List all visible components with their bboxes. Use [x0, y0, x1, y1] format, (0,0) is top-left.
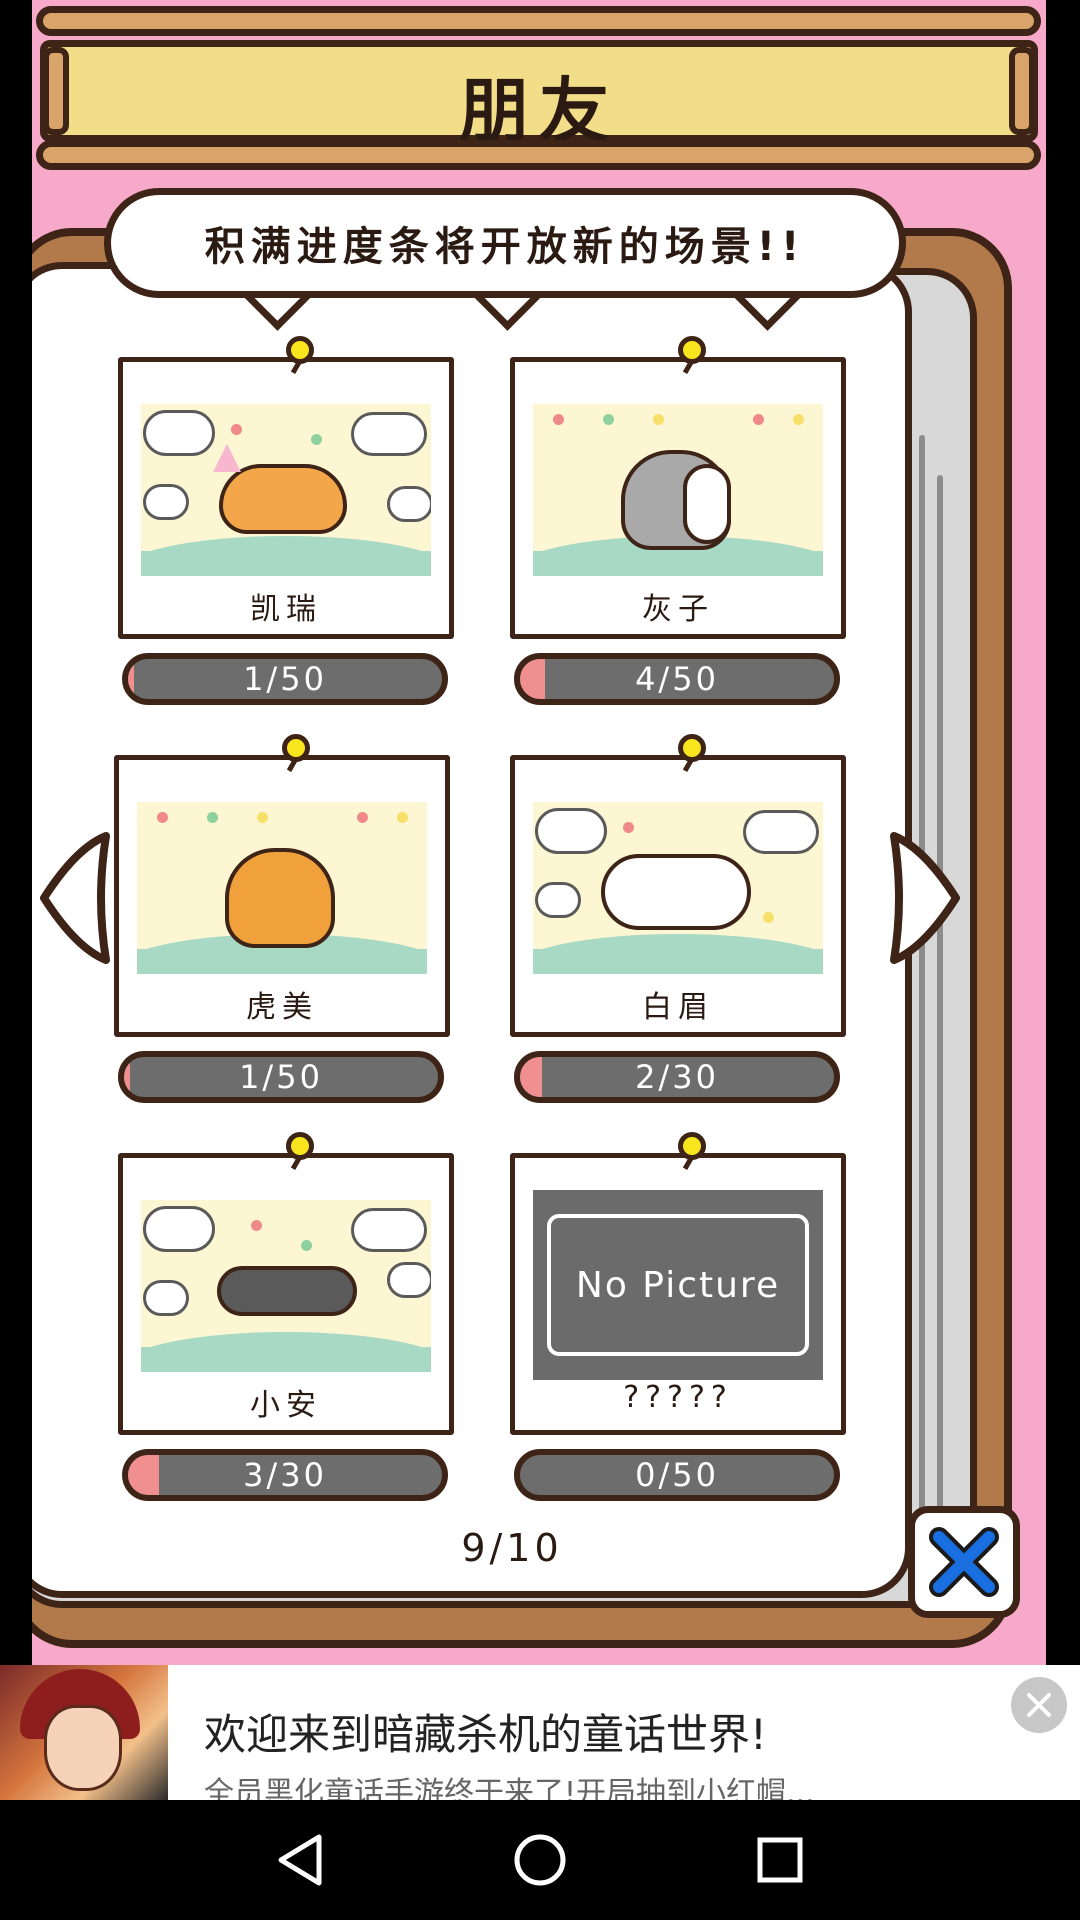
close-icon — [1027, 1693, 1051, 1717]
progress-text: 3/30 — [243, 1456, 327, 1494]
page-edge-line — [919, 435, 925, 1535]
friend-progress-bar: 2/30 — [514, 1051, 840, 1103]
friend-card[interactable]: 白眉 — [510, 755, 846, 1037]
system-nav-bar — [0, 1800, 1080, 1920]
recents-square-icon — [757, 1837, 803, 1883]
friend-picture — [141, 1200, 431, 1372]
no-picture-placeholder: No Picture — [533, 1190, 823, 1380]
ad-title: 欢迎来到暗藏杀机的童话世界! — [204, 1710, 767, 1759]
triangle-left-icon[interactable] — [36, 828, 116, 968]
friend-name: 小安 — [250, 1388, 322, 1423]
ad-close-button[interactable] — [1011, 1677, 1067, 1733]
friend-card-locked[interactable]: No Picture ????? — [510, 1153, 846, 1435]
triangle-right-icon[interactable] — [884, 828, 964, 968]
friend-progress-bar: 3/30 — [122, 1449, 448, 1501]
pin-icon — [678, 734, 706, 762]
ad-thumbnail — [0, 1665, 168, 1800]
friend-card[interactable]: 小安 — [118, 1153, 454, 1435]
pin-icon — [282, 734, 310, 762]
ad-banner[interactable]: 欢迎来到暗藏杀机的童话世界! 全员黑化童话手游终于来了!开局抽到小红帽... — [0, 1665, 1080, 1800]
friend-picture — [533, 802, 823, 974]
friend-progress-bar: 1/50 — [118, 1051, 444, 1103]
progress-text: 0/50 — [635, 1456, 719, 1494]
banner-bottom-rod — [36, 140, 1041, 170]
page-counter: 9/10 — [461, 1526, 563, 1570]
friend-card[interactable]: 灰子 — [510, 357, 846, 639]
progress-text: 2/30 — [635, 1058, 719, 1096]
friend-progress-bar: 4/50 — [514, 653, 840, 705]
progress-text: 1/50 — [243, 660, 327, 698]
hint-bubble: 积满进度条将开放新的场景!! — [104, 188, 906, 298]
friend-progress-bar: 0/50 — [514, 1449, 840, 1501]
nav-back-button[interactable] — [270, 1830, 330, 1890]
game-screen: 朋友 积满进度条将开放新的场景!! 凯瑞 1/50 灰子 4/50 虎美 1/5… — [32, 0, 1046, 1665]
friend-card[interactable]: 凯瑞 — [118, 357, 454, 639]
nav-recents-button[interactable] — [750, 1830, 810, 1890]
hint-text: 积满进度条将开放新的场景!! — [204, 224, 806, 270]
nav-home-button[interactable] — [510, 1830, 570, 1890]
no-picture-frame: No Picture — [547, 1214, 809, 1356]
friend-name: 凯瑞 — [250, 592, 322, 627]
banner-top-rod — [36, 6, 1041, 36]
friend-name: 灰子 — [642, 592, 714, 627]
progress-text: 1/50 — [239, 1058, 323, 1096]
friend-picture — [533, 404, 823, 576]
friend-name: 白眉 — [642, 990, 714, 1025]
friend-picture — [141, 404, 431, 576]
ad-subtitle: 全员黑化童话手游终于来了!开局抽到小红帽... — [204, 1776, 815, 1800]
home-circle-icon — [514, 1834, 566, 1886]
close-x-icon — [929, 1527, 999, 1597]
friend-name: ????? — [623, 1380, 733, 1415]
title-banner: 朋友 — [40, 40, 1038, 152]
close-button[interactable] — [908, 1506, 1020, 1618]
no-picture-label: No Picture — [575, 1264, 781, 1306]
pin-icon — [678, 1132, 706, 1160]
pin-icon — [678, 336, 706, 364]
friend-progress-bar: 1/50 — [122, 653, 448, 705]
page-edge-line — [937, 475, 943, 1515]
progress-text: 4/50 — [635, 660, 719, 698]
friend-card[interactable]: 虎美 — [114, 755, 450, 1037]
pin-icon — [286, 336, 314, 364]
friend-picture — [137, 802, 427, 974]
pin-icon — [286, 1132, 314, 1160]
friend-name: 虎美 — [246, 990, 318, 1025]
back-triangle-icon — [278, 1834, 322, 1886]
